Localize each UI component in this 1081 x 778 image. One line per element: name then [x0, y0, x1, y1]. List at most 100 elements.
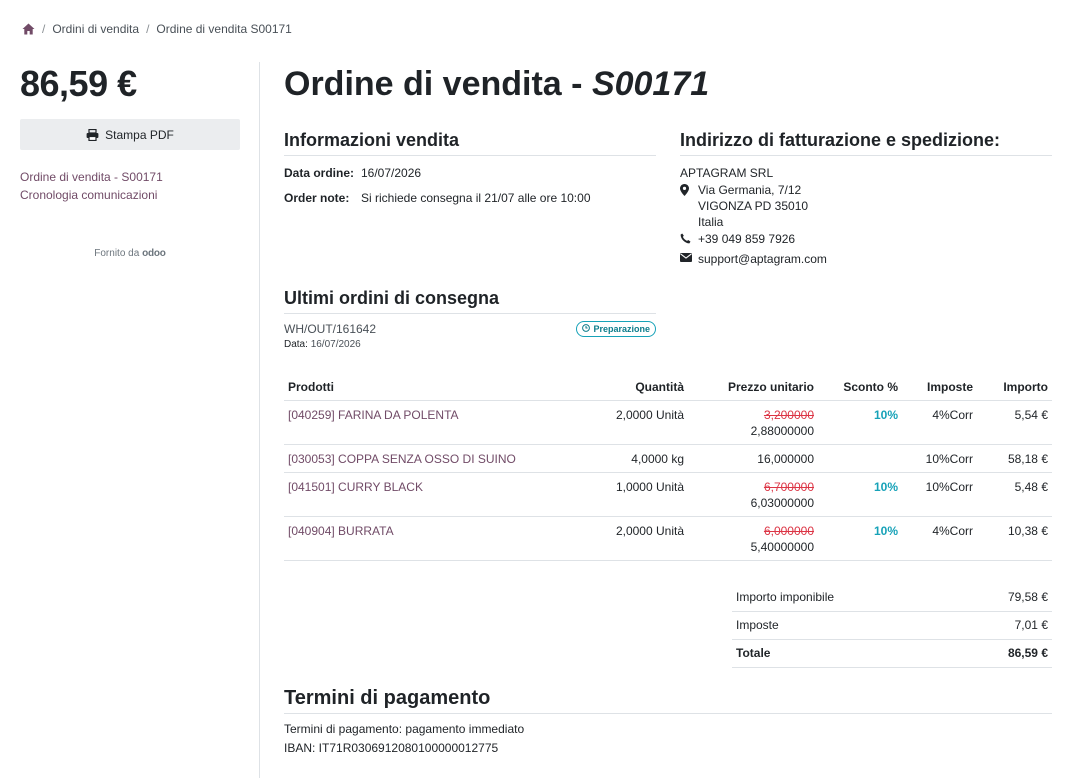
line-discount: 10%: [818, 400, 902, 445]
home-icon[interactable]: [22, 23, 35, 35]
line-product[interactable]: [040904] BURRATA: [284, 516, 584, 561]
line-discount: 10%: [818, 516, 902, 561]
sidebar-divider: [259, 62, 260, 778]
delivery-ref-link[interactable]: WH/OUT/161642: [284, 322, 376, 336]
odoo-logo[interactable]: odoo: [142, 248, 166, 259]
order-note-value: Si richiede consegna il 21/07 alle ore 1…: [361, 191, 591, 205]
powered-by-label: Fornito da: [94, 248, 140, 259]
line-discounted-price: 6,03000000: [750, 496, 814, 510]
header-taxes: Imposte: [902, 375, 977, 401]
breadcrumb-sales-orders[interactable]: Ordini di vendita: [52, 22, 139, 36]
order-lines-table: Prodotti Quantità Prezzo unitario Sconto…: [284, 375, 1052, 561]
delivery-heading: Ultimi ordini di consegna: [284, 286, 656, 314]
header-discount: Sconto %: [818, 375, 902, 401]
delivery-date-value: 16/07/2026: [310, 339, 361, 350]
breadcrumb-separator: /: [146, 22, 150, 36]
print-pdf-button[interactable]: Stampa PDF: [20, 119, 240, 150]
table-header-row: Prodotti Quantità Prezzo unitario Sconto…: [284, 375, 1052, 401]
sidebar-total-amount: 86,59 €: [20, 63, 137, 104]
delivery-section: Ultimi ordini di consegna WH/OUT/161642 …: [284, 286, 656, 350]
map-marker-icon: [680, 182, 698, 196]
email-address[interactable]: support@aptagram.com: [698, 251, 827, 267]
sidebar-link-communication-history[interactable]: Cronologia comunicazioni: [20, 188, 240, 202]
phone-icon: [680, 231, 698, 244]
sidebar-links: Ordine di vendita - S00171 Cronologia co…: [20, 170, 240, 202]
line-taxes: 10%Corr: [902, 444, 977, 473]
line-amount: 10,38 €: [977, 516, 1052, 561]
sale-info-heading: Informazioni vendita: [284, 128, 656, 156]
sidebar-link-order[interactable]: Ordine di vendita - S00171: [20, 170, 240, 184]
print-pdf-label: Stampa PDF: [105, 127, 174, 142]
payment-terms-section: Termini di pagamento Termini di pagament…: [284, 686, 1052, 758]
header-amount: Importo: [977, 375, 1052, 401]
line-product[interactable]: [040259] FARINA DA POLENTA: [284, 400, 584, 445]
total-label: Totale: [736, 646, 771, 660]
line-product[interactable]: [041501] CURRY BLACK: [284, 472, 584, 517]
address-street: Via Germania, 7/12: [698, 183, 802, 197]
address-lines: Via Germania, 7/12 VIGONZA PD 35010 Ital…: [698, 182, 808, 230]
line-original-price: 6,000000: [763, 524, 814, 538]
line-quantity: 1,0000 Unità: [584, 472, 688, 517]
line-unit-price: 6,700000 6,03000000: [688, 472, 818, 517]
breadcrumb-current-order: Ordine di vendita S00171: [156, 22, 292, 36]
address-heading: Indirizzo di fatturazione e spedizione:: [680, 128, 1052, 156]
line-taxes: 4%Corr: [902, 516, 977, 561]
totals-section: Importo imponibile 79,58 € Imposte 7,01 …: [732, 584, 1052, 668]
line-amount: 5,48 €: [977, 472, 1052, 517]
delivery-date-label: Data:: [284, 339, 308, 350]
taxes-row: Imposte 7,01 €: [732, 612, 1052, 640]
line-unit-price: 3,200000 2,88000000: [688, 400, 818, 445]
order-code: S00171: [591, 65, 710, 103]
address-section: Indirizzo di fatturazione e spedizione: …: [680, 128, 1052, 267]
line-unit-price: 16,000000: [688, 444, 818, 473]
line-taxes: 10%Corr: [902, 472, 977, 517]
taxes-label: Imposte: [736, 618, 779, 632]
table-row: [040259] FARINA DA POLENTA 2,0000 Unità …: [284, 400, 1052, 445]
line-quantity: 2,0000 Unità: [584, 400, 688, 445]
breadcrumb-separator: /: [42, 22, 46, 36]
clock-icon: [582, 324, 591, 334]
address-body: APTAGRAM SRL Via Germania, 7/12 VIGONZA …: [680, 165, 1052, 267]
printer-icon: [86, 128, 99, 141]
untaxed-row: Importo imponibile 79,58 €: [732, 584, 1052, 612]
payment-terms-body: Termini di pagamento: pagamento immediat…: [284, 720, 1052, 758]
table-row: [030053] COPPA SENZA OSSO DI SUINO 4,000…: [284, 444, 1052, 473]
order-date-value: 16/07/2026: [361, 166, 422, 180]
line-amount: 58,18 €: [977, 444, 1052, 473]
iban-line: IBAN: IT71R0306912080100000012775: [284, 741, 499, 755]
line-discount: [818, 444, 902, 473]
line-quantity: 2,0000 Unità: [584, 516, 688, 561]
line-amount: 5,54 €: [977, 400, 1052, 445]
phone-number: +39 049 859 7926: [698, 232, 796, 246]
untaxed-value: 79,58 €: [1007, 590, 1048, 604]
address-country: Italia: [698, 215, 724, 229]
total-value: 86,59 €: [1007, 646, 1048, 660]
main-content: Ordine di vendita - S00171 Informazioni …: [284, 62, 1052, 755]
sidebar: 86,59 € Stampa PDF Ordine di vendita - S…: [20, 62, 240, 259]
order-date-row: Data ordine: 16/07/2026: [284, 165, 656, 181]
line-original-price: 3,200000: [763, 408, 814, 422]
delivery-status-badge: Preparazione: [576, 321, 656, 337]
sale-info-section: Informazioni vendita Data ordine: 16/07/…: [284, 128, 656, 206]
header-product: Prodotti: [284, 375, 584, 401]
line-original-price: 6,700000: [763, 480, 814, 494]
line-discounted-price: 2,88000000: [750, 424, 814, 438]
order-note-row: Order note: Si richiede consegna il 21/0…: [284, 190, 656, 206]
order-date-label: Data ordine:: [284, 166, 355, 180]
powered-by: Fornito da odoo: [20, 248, 240, 259]
page-title-prefix: Ordine di vendita -: [284, 65, 592, 103]
page-title: Ordine di vendita - S00171: [284, 62, 1052, 106]
header-quantity: Quantità: [584, 375, 688, 401]
payment-terms-heading: Termini di pagamento: [284, 686, 1052, 714]
line-discount: 10%: [818, 472, 902, 517]
phone-row: +39 049 859 7926: [680, 231, 1052, 247]
envelope-icon: [680, 251, 698, 262]
order-lines-section: Prodotti Quantità Prezzo unitario Sconto…: [284, 375, 1052, 561]
line-product[interactable]: [030053] COPPA SENZA OSSO DI SUINO: [284, 444, 584, 473]
company-name: APTAGRAM SRL: [680, 166, 774, 180]
breadcrumb: / Ordini di vendita / Ordine di vendita …: [22, 22, 292, 36]
line-taxes: 4%Corr: [902, 400, 977, 445]
line-discounted-price: 5,40000000: [750, 540, 814, 554]
delivery-status-label: Preparazione: [593, 324, 650, 334]
header-unit-price: Prezzo unitario: [688, 375, 818, 401]
